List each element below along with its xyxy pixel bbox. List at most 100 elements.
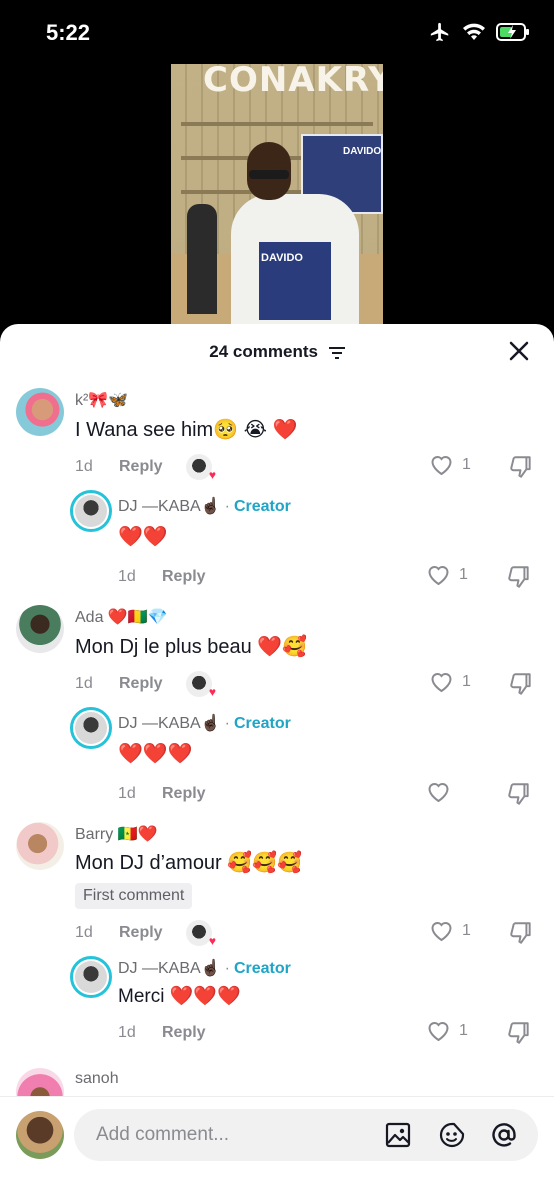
- avatar[interactable]: [16, 605, 64, 653]
- comment-text: Mon Dj le plus beau ❤️🥰: [75, 636, 308, 658]
- heart-outline-icon: [431, 456, 452, 476]
- comment-meta: 1d Reply: [75, 458, 163, 476]
- reply-date: 1d: [118, 1024, 136, 1041]
- reply-meta: 1d Reply: [118, 568, 206, 586]
- comment-date: 1d: [75, 458, 93, 475]
- reply-button[interactable]: Reply: [162, 568, 206, 586]
- heart-outline-icon: [428, 1022, 449, 1042]
- heart-outline-icon: [431, 673, 452, 693]
- reply-button[interactable]: Reply: [119, 675, 163, 693]
- video-shirt-label: DAVIDO: [261, 252, 303, 264]
- video-preview[interactable]: CONAKRY DAVIDO DAVIDO: [171, 64, 383, 326]
- comment-text: Mon DJ d’amour 🥰🥰🥰: [75, 852, 302, 874]
- like-count: 1: [459, 1022, 468, 1039]
- reply-date: 1d: [118, 568, 136, 585]
- dislike-icon[interactable]: [506, 1020, 532, 1046]
- video-sunglasses: [249, 170, 289, 179]
- like-button[interactable]: 1: [429, 920, 471, 942]
- billboard-text: DAVIDO: [343, 146, 382, 157]
- reply-username-label: DJ —KABA☝🏿: [118, 498, 221, 515]
- close-icon[interactable]: [506, 338, 532, 364]
- like-button[interactable]: 1: [426, 564, 468, 586]
- separator-dot: ·: [224, 960, 230, 977]
- reply-text: Merci ❤️❤️❤️: [118, 986, 241, 1007]
- airplane-icon: [430, 22, 449, 42]
- dislike-icon[interactable]: [506, 781, 532, 807]
- reply-username[interactable]: DJ —KABA☝🏿 · Creator: [118, 958, 291, 978]
- status-time: 5:22: [46, 20, 91, 45]
- like-button[interactable]: 1: [429, 454, 471, 476]
- comment-date: 1d: [75, 675, 93, 692]
- comments-count-title[interactable]: 24 comments: [0, 342, 554, 362]
- reply-button[interactable]: Reply: [162, 1024, 206, 1042]
- comment-text: I Wana see him🥺 😭 ❤️: [75, 419, 298, 441]
- status-bar: 5:22: [0, 0, 554, 64]
- sort-filter-icon[interactable]: [328, 346, 345, 360]
- creator-tag: Creator: [233, 960, 291, 977]
- dislike-icon[interactable]: [508, 454, 534, 480]
- emoji-sticker-icon[interactable]: [438, 1121, 466, 1149]
- like-count: 1: [459, 566, 468, 583]
- reply-username[interactable]: DJ —KABA☝🏿 · Creator: [118, 713, 291, 733]
- heart-badge-icon: ♥: [208, 468, 216, 482]
- dislike-icon[interactable]: [506, 564, 532, 590]
- creator-avatar-image: [75, 712, 107, 744]
- like-count: 1: [462, 456, 471, 473]
- video-banner-text: CONAKRY: [203, 64, 383, 100]
- like-count: 1: [462, 673, 471, 690]
- add-comment-placeholder: Add comment...: [96, 1124, 230, 1145]
- comment-username[interactable]: Barry 🇸🇳❤️: [75, 824, 158, 844]
- creator-avatar[interactable]: [70, 956, 112, 998]
- my-avatar: [16, 1111, 64, 1159]
- separator-dot: ·: [224, 498, 230, 515]
- like-button[interactable]: 1: [429, 671, 471, 693]
- avatar[interactable]: [16, 822, 64, 870]
- like-count: 1: [462, 922, 471, 939]
- heart-outline-icon: [428, 566, 449, 586]
- reply-meta: 1d Reply: [118, 785, 206, 803]
- comments-sheet: 24 comments k²🎀🦋 I Wana see him🥺 😭 ❤️ 1d…: [0, 324, 554, 1199]
- reply-username-label: DJ —KABA☝🏿: [118, 715, 221, 732]
- dislike-icon[interactable]: [508, 671, 534, 697]
- heart-outline-icon: [431, 922, 452, 942]
- creator-tag: Creator: [233, 498, 291, 515]
- mention-icon[interactable]: [490, 1121, 518, 1149]
- comment-username[interactable]: k²🎀🦋: [75, 390, 128, 410]
- reply-button[interactable]: Reply: [162, 785, 206, 803]
- like-button[interactable]: 1: [426, 1020, 468, 1042]
- creator-avatar-image: [75, 961, 107, 993]
- reply-date: 1d: [118, 785, 136, 802]
- like-button[interactable]: [426, 781, 459, 803]
- comments-count-label: 24 comments: [209, 342, 318, 361]
- reply-meta: 1d Reply: [118, 1024, 206, 1042]
- reply-text: ❤️❤️: [118, 526, 168, 548]
- reply-button[interactable]: Reply: [119, 924, 163, 942]
- reply-username[interactable]: DJ —KABA☝🏿 · Creator: [118, 496, 291, 516]
- comment-username[interactable]: sanoh: [75, 1070, 119, 1088]
- video-bystander: [187, 204, 217, 314]
- add-comment-input[interactable]: Add comment...: [74, 1109, 538, 1161]
- creator-avatar-image: [75, 495, 107, 527]
- separator-dot: ·: [224, 715, 230, 732]
- creator-avatar[interactable]: [70, 707, 112, 749]
- comment-meta: 1d Reply: [75, 675, 163, 693]
- comment-date: 1d: [75, 924, 93, 941]
- reply-username-label: DJ —KABA☝🏿: [118, 960, 221, 977]
- creator-tag: Creator: [233, 715, 291, 732]
- battery-charging-icon: [496, 23, 529, 41]
- avatar[interactable]: [16, 388, 64, 436]
- first-comment-badge: First comment: [75, 883, 193, 909]
- creator-liked-avatar: ♥: [186, 920, 216, 948]
- dislike-icon[interactable]: [508, 920, 534, 946]
- wifi-icon: [463, 23, 485, 40]
- comment-composer: Add comment...: [0, 1096, 554, 1199]
- reply-button[interactable]: Reply: [119, 458, 163, 476]
- reply-text: ❤️❤️❤️: [118, 743, 193, 765]
- sheet-header: 24 comments: [0, 324, 554, 380]
- comment-username[interactable]: Ada ❤️🇬🇳💎: [75, 607, 168, 627]
- heart-outline-icon: [428, 783, 449, 803]
- creator-liked-avatar: ♥: [186, 454, 216, 482]
- image-icon[interactable]: [384, 1121, 412, 1149]
- heart-badge-icon: ♥: [208, 934, 216, 948]
- creator-avatar[interactable]: [70, 490, 112, 532]
